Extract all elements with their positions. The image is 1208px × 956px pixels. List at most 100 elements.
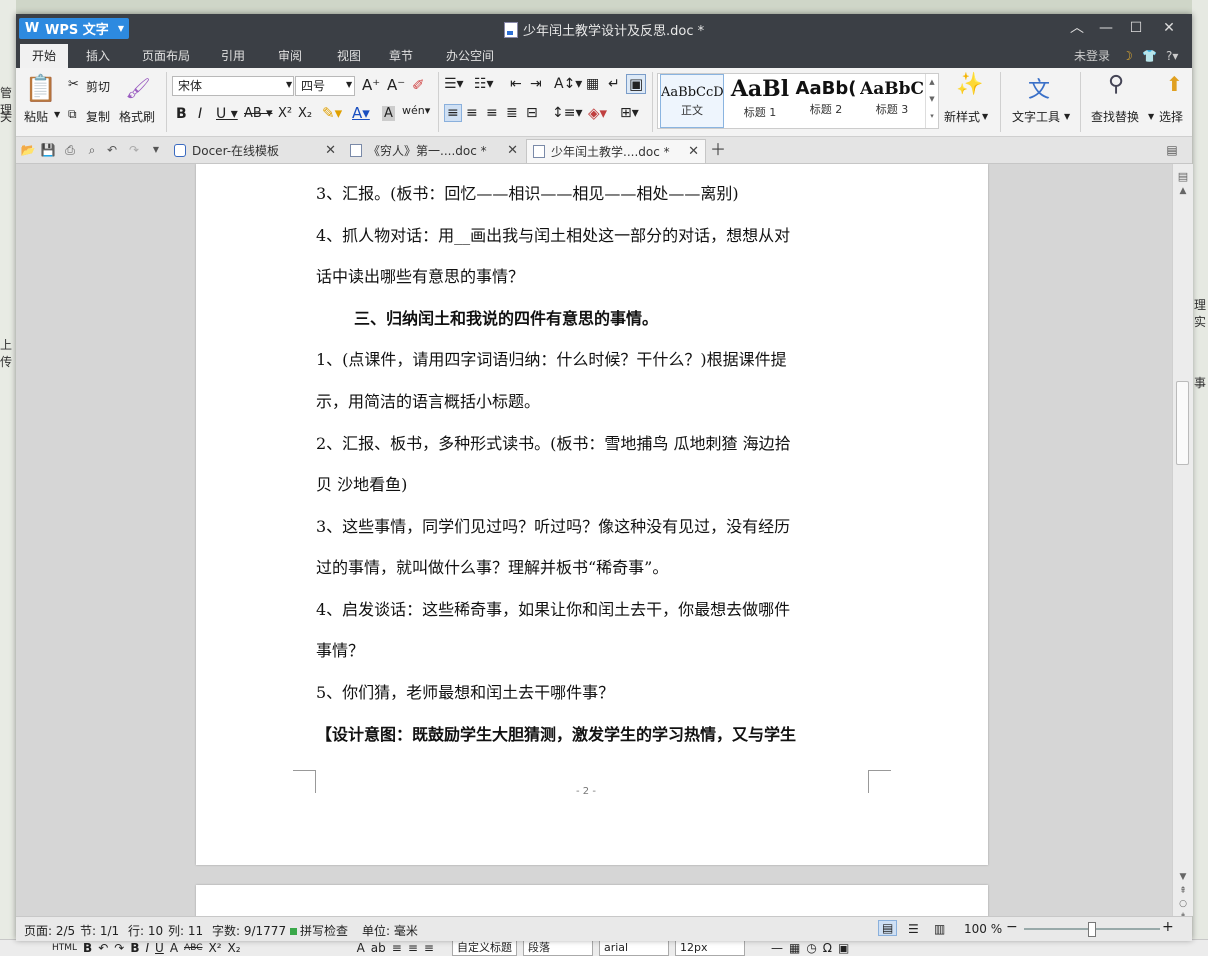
tab-page-layout[interactable]: 页面布局 (130, 44, 202, 68)
underline-icon[interactable]: U ▾ (216, 106, 238, 122)
quick-access-dropdown-icon[interactable]: ▼ (148, 142, 164, 158)
outline-view-icon[interactable]: ☰ (908, 922, 919, 936)
table-icon[interactable]: ▦ (586, 76, 599, 92)
show-marks-icon[interactable]: ↵ (608, 76, 620, 92)
undo-icon[interactable]: ↶ (104, 142, 120, 158)
paragraph[interactable]: 5、你们猜，老师最想和闰土去干哪件事？ (316, 683, 876, 703)
format-painter-icon[interactable]: 🖌 (125, 74, 150, 102)
text-tools-button[interactable]: 文字工具 (1012, 108, 1060, 125)
scroll-up-icon[interactable]: ▲ (1173, 186, 1193, 196)
tab-close-icon[interactable]: ✕ (688, 140, 699, 164)
paragraph[interactable]: 过的事情，就叫做什么事？理解并板书“稀奇事”。 (316, 558, 876, 578)
distribute-icon[interactable]: ⊟ (526, 105, 538, 121)
paragraph[interactable]: 1、(点课件，请用四字词语归纳：什么时候？干什么？)根据课件提 (316, 350, 876, 370)
help-icon[interactable]: ?▾ (1166, 44, 1178, 68)
paragraph[interactable]: 3、汇报。(板书：回忆——相识——相见——相处——离别) (316, 184, 876, 204)
save-icon[interactable]: 💾 (40, 142, 56, 158)
print-preview-icon[interactable]: ⌕ (84, 142, 100, 158)
italic-icon[interactable]: I (198, 106, 202, 122)
select-button[interactable]: 选择 (1159, 108, 1183, 125)
find-replace-button[interactable]: 查找替换 (1091, 108, 1139, 125)
status-unit[interactable]: 单位: 毫米 (362, 922, 418, 939)
subscript-icon[interactable]: X₂ (298, 106, 312, 121)
style-heading-1[interactable]: AaBl 标题 1 (728, 74, 792, 128)
align-center-icon[interactable]: ≡ (466, 105, 478, 121)
align-right-icon[interactable]: ≡ (486, 105, 498, 121)
highlight-icon[interactable]: ✎▾ (322, 104, 342, 122)
cut-button[interactable]: 剪切 (86, 78, 110, 95)
scroll-down-icon[interactable]: ▼ (1173, 872, 1193, 882)
select-browse-icon[interactable]: ○ (1173, 899, 1193, 909)
font-color-icon[interactable]: A▾ (352, 104, 370, 122)
close-button[interactable]: ✕ (1158, 18, 1180, 38)
app-menu-button[interactable]: W WPS 文字 ▼ (19, 18, 129, 39)
new-tab-icon[interactable]: ＋ (710, 142, 726, 158)
web-view-icon[interactable]: ▥ (934, 922, 945, 936)
style-heading-3[interactable]: AaBbC 标题 3 (860, 74, 924, 128)
bullet-list-icon[interactable]: ☰▾ (444, 76, 464, 92)
vertical-scrollbar[interactable]: ▤ ▲ ▼ ⇞ ○ ⇟ (1172, 164, 1193, 922)
paste-icon[interactable]: 📋 (25, 72, 57, 106)
decrease-indent-icon[interactable]: ⇤ (510, 76, 522, 92)
sort-icon[interactable]: ▣ (626, 74, 647, 94)
text-direction-icon[interactable]: A↕▾ (554, 76, 582, 92)
font-name-select[interactable]: 宋体 (172, 76, 294, 96)
minimize-button[interactable]: — (1095, 18, 1117, 38)
zoom-slider-knob[interactable] (1088, 922, 1096, 937)
prev-page-icon[interactable]: ⇞ (1173, 886, 1193, 896)
scissors-icon[interactable]: ✂ (68, 77, 79, 92)
paragraph[interactable]: 4、启发谈话：这些稀奇事，如果让你和闰土去干，你最想去做哪件 (316, 600, 876, 620)
document-workspace[interactable]: 3、汇报。(板书：回忆——相识——相见——相处——离别) 4、抓人物对话：用__… (16, 164, 1172, 916)
print-icon[interactable]: ⎙ (62, 142, 78, 158)
tab-home[interactable]: 开始 (20, 44, 69, 68)
strikethrough-icon[interactable]: AB ▾ (244, 106, 272, 121)
spell-check-button[interactable]: 拼写检查 (290, 922, 348, 939)
paragraph[interactable]: 示，用简洁的语言概括小标题。 (316, 392, 876, 412)
status-words[interactable]: 字数: 9/1777 (212, 922, 286, 939)
new-style-button[interactable]: 新样式 (944, 108, 980, 125)
zoom-out-icon[interactable]: − (1006, 919, 1018, 935)
next-page[interactable] (196, 885, 988, 916)
new-style-icon[interactable]: ✨ (956, 72, 983, 97)
status-page[interactable]: 页面: 2/5 (24, 922, 75, 939)
open-icon[interactable]: 📂 (20, 142, 36, 158)
shirt-icon[interactable]: 👕 (1142, 44, 1157, 68)
document-page[interactable]: 3、汇报。(板书：回忆——相识——相见——相处——离别) 4、抓人物对话：用__… (196, 164, 988, 865)
align-left-icon[interactable]: ≡ (444, 104, 462, 122)
format-painter-button[interactable]: 格式刷 (119, 108, 155, 125)
section-heading[interactable]: 三、归纳闰土和我说的四件有意思的事情。 (354, 309, 914, 329)
bold-icon[interactable]: B (176, 106, 187, 122)
select-icon[interactable]: ⬆ (1166, 72, 1183, 96)
justify-icon[interactable]: ≣ (506, 105, 518, 121)
increase-indent-icon[interactable]: ⇥ (530, 76, 542, 92)
paragraph[interactable]: 3、这些事情，同学们见过吗？听过吗？像这种没有见过，没有经历 (316, 517, 876, 537)
line-spacing-icon[interactable]: ↕≡▾ (552, 105, 583, 121)
paragraph[interactable]: 事情？ (316, 641, 876, 661)
tab-close-icon[interactable]: ✕ (507, 139, 518, 163)
text-tools-icon[interactable]: 文 (1028, 72, 1050, 104)
zoom-slider[interactable] (1024, 922, 1160, 937)
login-status[interactable]: 未登录 (1074, 44, 1110, 68)
phonetic-icon[interactable]: wén▾ (402, 104, 430, 117)
style-normal[interactable]: AaBbCcDd 正文 (660, 74, 724, 128)
binoculars-icon[interactable]: ⚲ (1108, 72, 1124, 97)
tab-qiongren[interactable]: 《穷人》第一....doc * ✕ (344, 139, 524, 163)
paragraph[interactable]: 贝 沙地看鱼) (316, 475, 876, 495)
maximize-button[interactable]: ☐ (1125, 18, 1147, 38)
scrollbar-thumb[interactable] (1176, 381, 1189, 465)
tab-insert[interactable]: 插入 (74, 44, 122, 68)
shrink-font-icon[interactable]: A⁻ (387, 76, 405, 94)
paragraph[interactable]: 2、汇报、板书，多种形式读书。(板书：雪地捕鸟 瓜地刺猹 海边拾 (316, 434, 876, 454)
grow-font-icon[interactable]: A⁺ (362, 76, 380, 94)
tab-close-icon[interactable]: ✕ (325, 139, 336, 163)
tab-chapter[interactable]: 章节 (377, 44, 425, 68)
numbered-list-icon[interactable]: ☷▾ (474, 76, 494, 92)
tab-docer[interactable]: Docer-在线模板 ✕ (168, 139, 342, 163)
redo-icon[interactable]: ↷ (126, 142, 142, 158)
tab-shaonian-runtu[interactable]: 少年闰土教学....doc * ✕ (526, 139, 706, 163)
page-view-icon[interactable]: ▤ (878, 920, 898, 936)
style-gallery-scroll[interactable]: ▲ ▼ ▾ (925, 74, 938, 128)
collapse-ribbon-button[interactable]: ︿ (1066, 18, 1088, 38)
copy-icon[interactable]: ⧉ (68, 107, 77, 122)
clear-format-icon[interactable]: ✐ (412, 76, 425, 94)
